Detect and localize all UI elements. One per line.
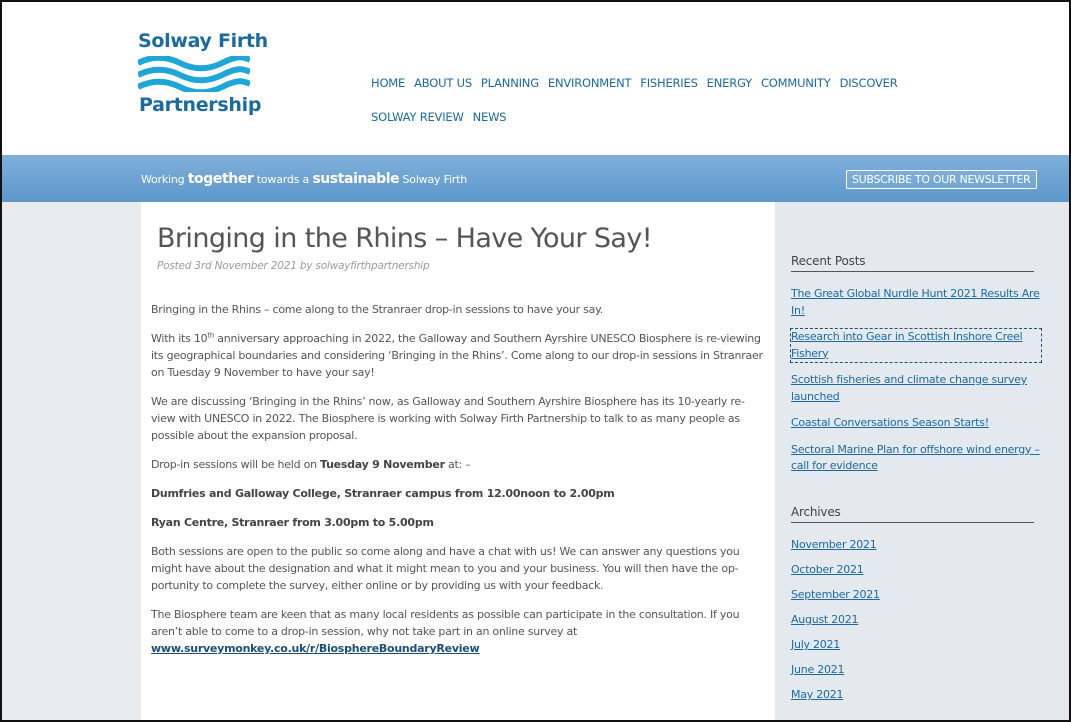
recent-post-link[interactable]: Coastal Conversations Season Starts!	[791, 415, 1041, 432]
paragraph: Bringing in the Rhins – come along to th…	[151, 303, 604, 316]
recent-post-link[interactable]: The Great Global Nurdle Hunt 2021 Result…	[791, 286, 1041, 319]
main-nav: HOME ABOUT US PLANNING ENVIRONMENT FISHE…	[371, 66, 991, 134]
survey-link[interactable]: www.surveymonkey.co.uk/r/BiosphereBounda…	[151, 642, 480, 655]
post-meta: Posted 3rd November 2021 by solwayfirthp…	[157, 260, 430, 272]
nav-row-1: HOME ABOUT US PLANNING ENVIRONMENT FISHE…	[371, 66, 991, 100]
archive-link[interactable]: October 2021	[791, 562, 1041, 578]
archive-link[interactable]: August 2021	[791, 612, 1041, 628]
waves-icon	[138, 56, 250, 92]
paragraph: The Biosphere team are keen that as many…	[151, 608, 740, 655]
nav-row-2: SOLWAY REVIEW NEWS	[371, 100, 991, 134]
nav-environment[interactable]: ENVIRONMENT	[548, 76, 632, 90]
nav-planning[interactable]: PLANNING	[481, 76, 539, 90]
nav-solway-review[interactable]: SOLWAY REVIEW	[371, 110, 464, 124]
paragraph: Both sessions are open to the public so …	[151, 545, 740, 592]
paragraph: With its 10th anniversary approaching in…	[151, 331, 763, 379]
session-2: Ryan Centre, Stranraer from 3.00pm to 5.…	[151, 516, 434, 529]
tagline: Working together towards a sustainable S…	[141, 171, 468, 187]
archive-link[interactable]: June 2021	[791, 662, 1041, 678]
nav-home[interactable]: HOME	[371, 76, 405, 90]
archives-heading: Archives	[791, 505, 1034, 523]
archive-link[interactable]: May 2021	[791, 687, 1041, 703]
tagline-banner: Working together towards a sustainable S…	[2, 155, 1069, 202]
recent-posts-list: The Great Global Nurdle Hunt 2021 Result…	[790, 286, 1042, 485]
archive-link[interactable]: November 2021	[791, 537, 1041, 553]
archive-link[interactable]: September 2021	[791, 587, 1041, 603]
post-body: Bringing in the Rhins – come along to th…	[151, 301, 767, 669]
archive-link[interactable]: July 2021	[791, 637, 1041, 653]
paragraph: Drop-in sessions will be held on Tuesday…	[151, 458, 471, 471]
recent-post-link[interactable]: Research into Gear in Scottish Inshore C…	[790, 328, 1042, 363]
nav-discover[interactable]: DISCOVER	[840, 76, 898, 90]
recent-post-link[interactable]: Sectoral Marine Plan for offshore wind e…	[791, 442, 1041, 475]
subscribe-newsletter-button[interactable]: SUBSCRIBE TO OUR NEWSLETTER	[846, 170, 1037, 189]
recent-posts-heading: Recent Posts	[791, 254, 1034, 272]
site-logo[interactable]: Solway Firth Partnership	[138, 30, 268, 125]
nav-news[interactable]: NEWS	[473, 110, 507, 124]
post-title: Bringing in the Rhins – Have Your Say!	[157, 223, 653, 254]
paragraph: We are discussing ‘Bringing in the Rhins…	[151, 395, 745, 442]
logo-line2: Partnership	[139, 94, 262, 116]
site-header: Solway Firth Partnership HOME ABOUT US P…	[2, 2, 1069, 155]
logo-line1: Solway Firth	[138, 30, 268, 52]
nav-energy[interactable]: ENERGY	[707, 76, 752, 90]
recent-post-link[interactable]: Scottish fisheries and climate change su…	[791, 372, 1041, 405]
archives-list: November 2021 October 2021 September 202…	[791, 537, 1041, 712]
nav-community[interactable]: COMMUNITY	[761, 76, 831, 90]
nav-fisheries[interactable]: FISHERIES	[640, 76, 698, 90]
browser-frame: Solway Firth Partnership HOME ABOUT US P…	[0, 0, 1071, 722]
nav-about-us[interactable]: ABOUT US	[414, 76, 472, 90]
session-1: Dumfries and Galloway College, Stranraer…	[151, 487, 615, 500]
